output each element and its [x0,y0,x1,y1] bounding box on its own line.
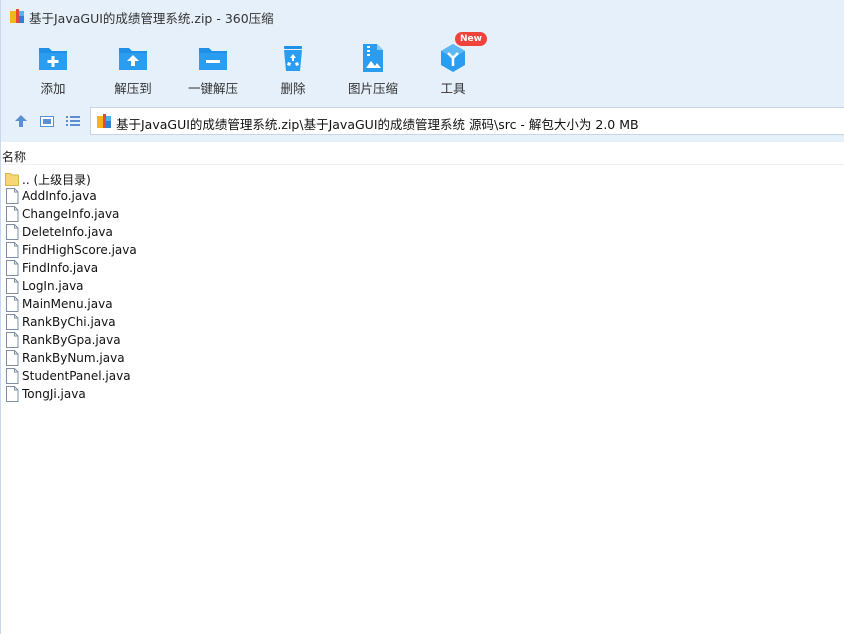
address-field[interactable]: 基于JavaGUI的成绩管理系统.zip\基于JavaGUI的成绩管理系统 源码… [90,107,844,135]
file-icon [5,278,19,294]
file-name: ChangeInfo.java [22,207,120,221]
new-badge: New [455,32,487,46]
delete-button[interactable]: 删除 [253,38,333,98]
one-click-extract-label: 一键解压 [187,81,238,96]
file-row[interactable]: FindInfo.java [1,259,844,277]
extract-to-button[interactable]: 解压到 [93,38,173,98]
file-name: FindInfo.java [22,261,99,275]
file-row[interactable]: DeleteInfo.java [1,223,844,241]
file-row[interactable]: RankByChi.java [1,313,844,331]
add-label: 添加 [40,81,66,96]
file-row[interactable]: TongJi.java [1,385,844,403]
file-name: StudentPanel.java [22,369,131,383]
file-name: LogIn.java [22,279,84,293]
tools-button[interactable]: 工具 [413,38,493,98]
image-compress-button[interactable]: 图片压缩 [333,38,413,98]
address-path: 基于JavaGUI的成绩管理系统.zip\基于JavaGUI的成绩管理系统 源码… [116,117,639,132]
tools-hexagon-icon [441,44,465,72]
column-name-header[interactable]: 名称 [2,148,26,165]
delete-label: 删除 [280,81,306,96]
up-arrow-icon[interactable] [13,113,29,129]
file-list: .. (上级目录) AddInfo.java ChangeInfo.java Dele… [1,169,844,403]
file-icon [5,242,19,258]
archive-app-icon [10,9,24,23]
file-icon [5,368,19,384]
address-bar-row: 基于JavaGUI的成绩管理系统.zip\基于JavaGUI的成绩管理系统 源码… [1,100,844,142]
file-icon [5,224,19,240]
file-icon [5,314,19,330]
zip-archive-icon [97,114,111,128]
one-click-extract-button[interactable]: 一键解压 [173,38,253,98]
window-title: 基于JavaGUI的成绩管理系统.zip - 360压缩 [29,11,274,26]
image-compress-icon [363,44,383,72]
parent-directory-row[interactable]: .. (上级目录) [1,169,844,187]
thumbnail-view-icon[interactable] [39,113,55,129]
file-row[interactable]: RankByGpa.java [1,331,844,349]
file-name: AddInfo.java [22,189,97,203]
file-row[interactable]: ChangeInfo.java [1,205,844,223]
image-compress-label: 图片压缩 [347,81,398,96]
file-name: RankByGpa.java [22,333,121,347]
add-button[interactable]: 添加 [13,38,93,98]
file-name: RankByNum.java [22,351,125,365]
file-name: DeleteInfo.java [22,225,113,239]
file-row[interactable]: AddInfo.java [1,187,844,205]
file-icon [5,332,19,348]
file-name: TongJi.java [22,387,86,401]
add-folder-icon [39,48,67,70]
list-view-icon[interactable] [65,113,81,129]
one-click-extract-icon [199,48,227,70]
tools-label: 工具 [440,81,466,96]
file-row[interactable]: RankByNum.java [1,349,844,367]
file-row[interactable]: StudentPanel.java [1,367,844,385]
file-name: .. (上级目录) [22,173,91,187]
extract-to-folder-icon [119,48,147,70]
file-icon [5,350,19,366]
title-bar: 基于JavaGUI的成绩管理系统.zip - 360压缩 [1,0,844,32]
recycle-bin-icon [284,46,302,71]
file-row[interactable]: MainMenu.java [1,295,844,313]
file-name: MainMenu.java [22,297,113,311]
file-name: FindHighScore.java [22,243,137,257]
extract-to-label: 解压到 [114,81,152,96]
column-header: 名称 [1,146,844,165]
toolbar: 添加 解压到 一键解压 删除 图片压缩 工具 [1,32,844,100]
file-icon [5,188,19,204]
file-icon [5,296,19,312]
file-icon [5,260,19,276]
file-name: RankByChi.java [22,315,116,329]
file-icon [5,206,19,222]
file-icon [5,386,19,402]
folder-icon [5,170,19,186]
app-window: 基于JavaGUI的成绩管理系统.zip - 360压缩 添加 解压到 一键解压… [0,0,844,634]
file-row[interactable]: LogIn.java [1,277,844,295]
file-row[interactable]: FindHighScore.java [1,241,844,259]
